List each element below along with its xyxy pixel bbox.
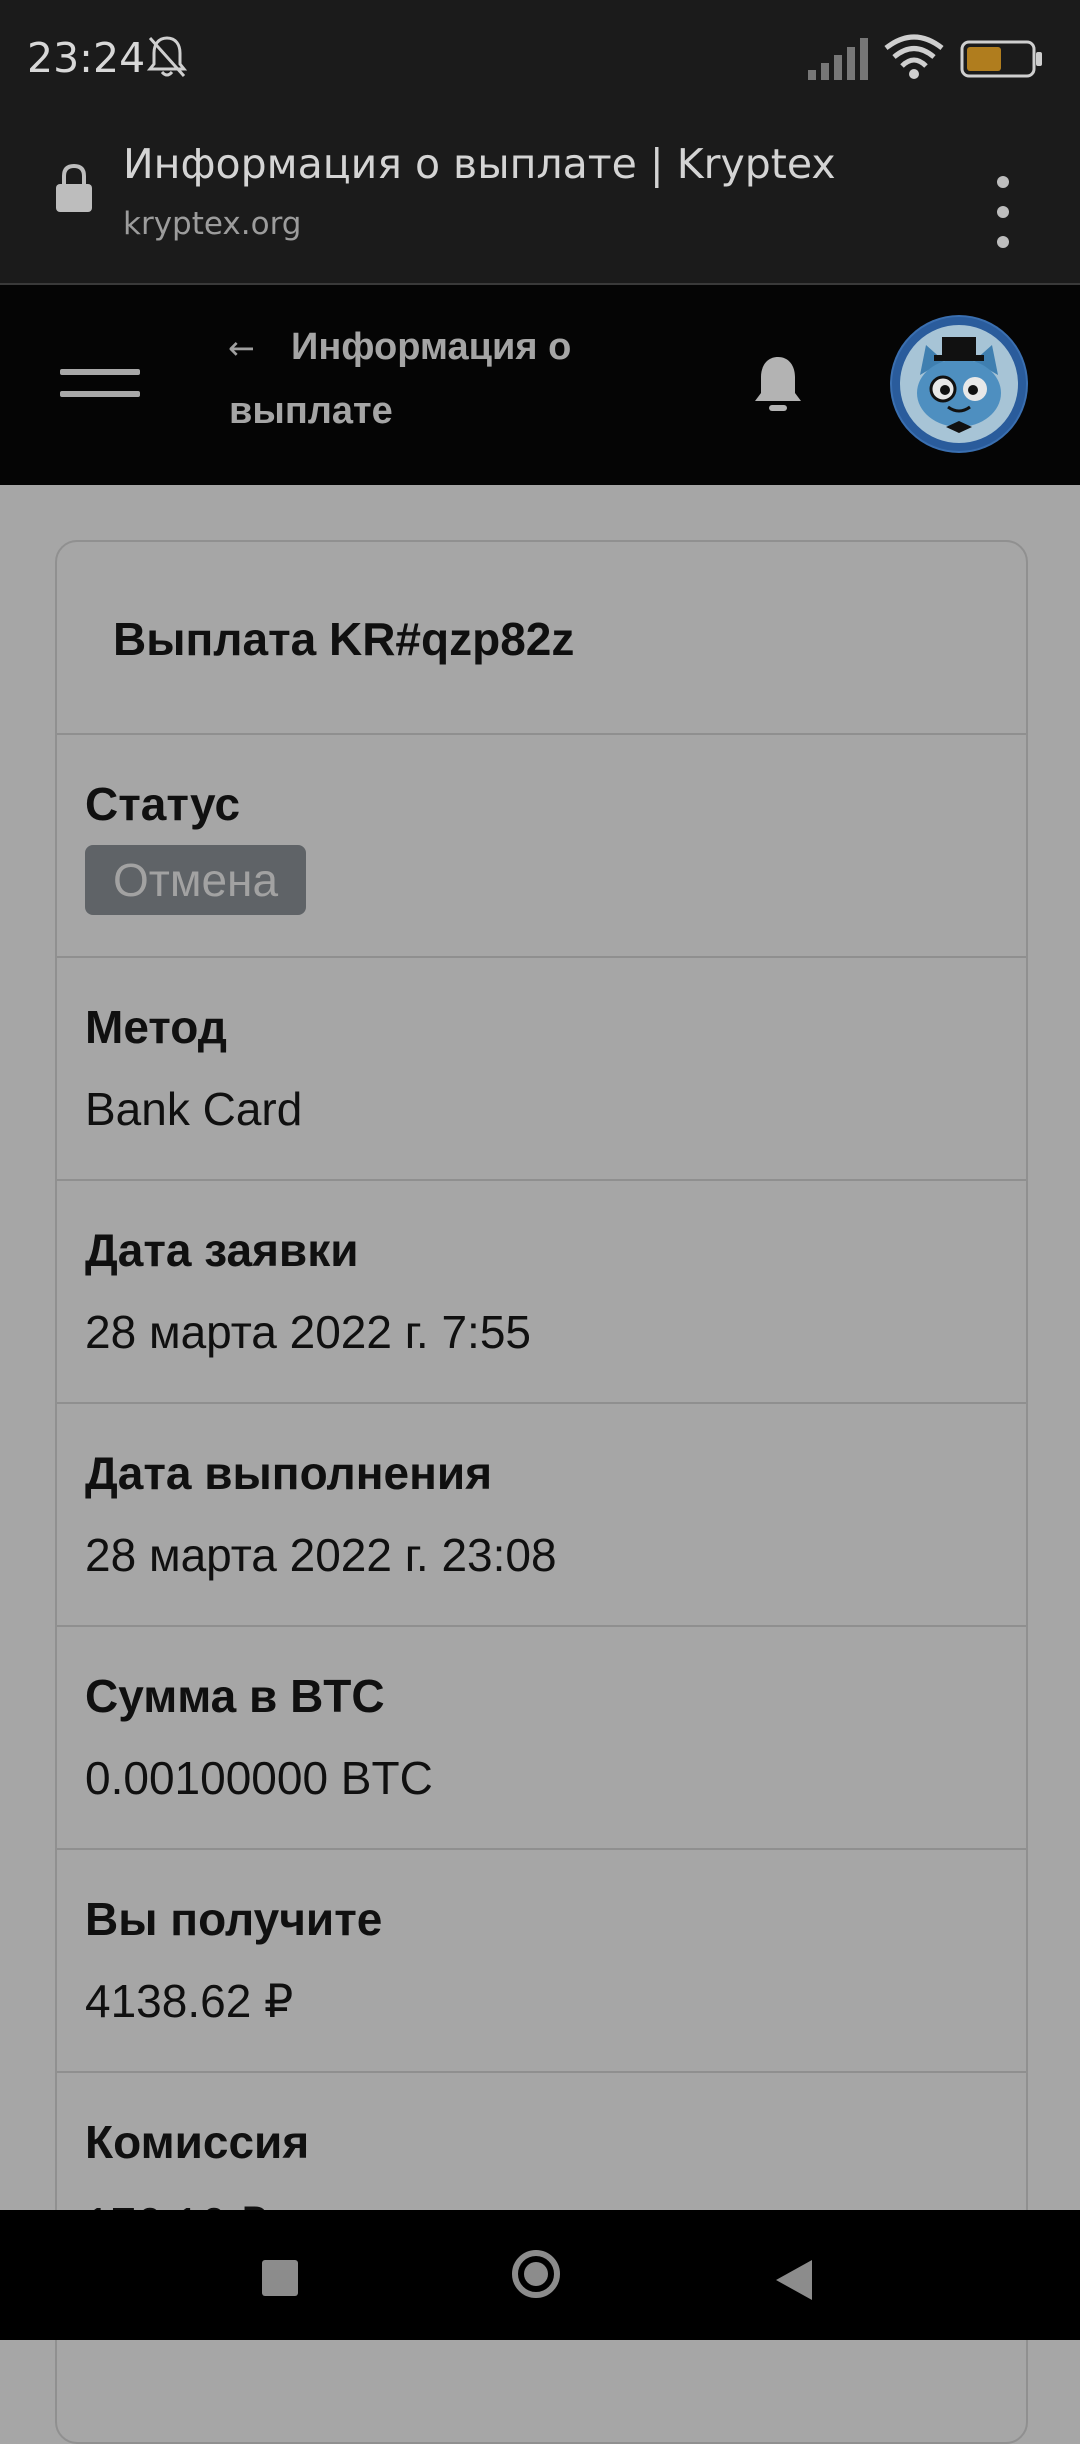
row-label: Метод <box>85 1001 227 1053</box>
battery-icon <box>960 40 1042 78</box>
menu-line <box>60 391 140 397</box>
home-button[interactable] <box>512 2250 560 2298</box>
status-badge: Отмена <box>85 845 307 915</box>
info-row-request-date: Дата заявки 28 марта 2022 г. 7:55 <box>57 1181 1026 1404</box>
notification-bell-icon[interactable] <box>752 353 804 417</box>
system-nav-bar <box>0 2210 1080 2340</box>
kebab-dot-icon <box>997 176 1009 188</box>
status-label: Статус <box>85 778 241 830</box>
wifi-icon <box>884 34 944 79</box>
card-header: Выплата KR#qzp82z <box>57 542 1026 735</box>
recent-apps-button[interactable] <box>262 2260 298 2296</box>
row-label: Дата выполнения <box>85 1447 493 1499</box>
kebab-dot-icon <box>997 206 1009 218</box>
avatar[interactable] <box>890 315 1028 453</box>
row-value: 0.00100000 BTC <box>85 1752 433 1804</box>
info-row-btc-amount: Сумма в BTC 0.00100000 BTC <box>57 1627 1026 1850</box>
bell-off-icon <box>146 36 188 78</box>
browser-menu-button[interactable] <box>984 162 1022 262</box>
row-value: Bank Card <box>85 1083 303 1135</box>
hamburger-menu-button[interactable] <box>60 367 142 401</box>
menu-line <box>60 369 140 375</box>
status-row: Статус Отмена <box>57 735 1026 958</box>
row-value: 4138.62 ₽ <box>85 1975 294 2027</box>
info-row-completion-date: Дата выполнения 28 марта 2022 г. 23:08 <box>57 1404 1026 1627</box>
card-title: Выплата KR#qzp82z <box>113 613 575 665</box>
row-label: Вы получите <box>85 1893 383 1945</box>
row-label: Сумма в BTC <box>85 1670 385 1722</box>
kebab-dot-icon <box>997 236 1009 248</box>
row-value: 28 марта 2022 г. 7:55 <box>85 1306 532 1358</box>
browser-domain: kryptex.org <box>123 206 302 242</box>
header-title: Информация о выплате <box>229 326 572 432</box>
status-bar: 23:24 <box>0 0 1080 118</box>
row-value: 28 марта 2022 г. 23:08 <box>85 1529 557 1581</box>
info-row-you-receive: Вы получите 4138.62 ₽ <box>57 1850 1026 2073</box>
row-label: Дата заявки <box>85 1224 359 1276</box>
app-header: ← Информация о выплате <box>0 285 1080 485</box>
row-label: Комиссия <box>85 2116 310 2168</box>
browser-page-title: Информация о выплате | Kryptex <box>123 140 836 188</box>
signal-icon <box>808 38 868 80</box>
payout-card: Выплата KR#qzp82z Статус Отмена Метод Ba… <box>55 540 1028 2444</box>
browser-address-bar[interactable]: Информация о выплате | Kryptex kryptex.o… <box>0 118 1080 285</box>
cat-mascot-icon <box>892 317 1026 451</box>
lock-icon <box>56 163 92 212</box>
status-time: 23:24 <box>27 34 146 82</box>
back-triangle-icon[interactable] <box>772 2256 816 2304</box>
info-row-method: Метод Bank Card <box>57 958 1026 1181</box>
